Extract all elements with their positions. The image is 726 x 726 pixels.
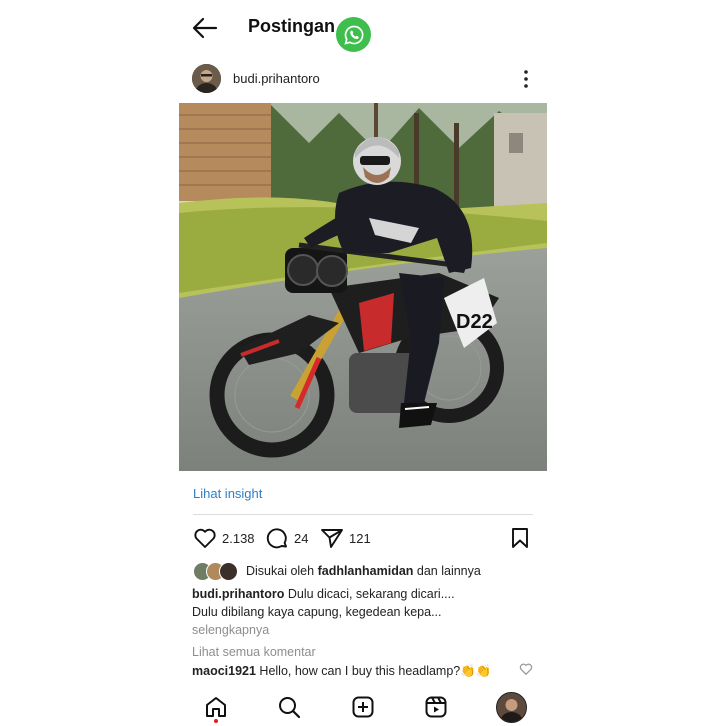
comment-button[interactable]: 24 bbox=[266, 526, 308, 550]
liker-avatars[interactable] bbox=[193, 562, 241, 581]
home-icon bbox=[206, 697, 226, 717]
back-button[interactable] bbox=[190, 14, 220, 42]
liked-by-text[interactable]: Disukai oleh fadhlanhamidan dan lainnya bbox=[246, 564, 481, 578]
reels-icon bbox=[425, 696, 447, 718]
plate-number: D22 bbox=[456, 311, 493, 333]
comment-item: maoci1921 Hello, how can I buy this head… bbox=[192, 664, 491, 679]
likes-count: 2.138 bbox=[222, 530, 255, 546]
more-options-button[interactable] bbox=[516, 68, 536, 90]
comment-username[interactable]: maoci1921 bbox=[192, 664, 256, 678]
nav-profile-avatar[interactable] bbox=[496, 692, 527, 723]
nav-reels-button[interactable] bbox=[422, 693, 450, 721]
heart-icon bbox=[519, 663, 533, 675]
avatar-image bbox=[192, 64, 221, 93]
shares-count: 121 bbox=[349, 530, 371, 546]
profile-avatar-image bbox=[497, 693, 526, 722]
avatar[interactable] bbox=[192, 64, 221, 93]
post-username[interactable]: budi.prihantoro bbox=[233, 71, 320, 86]
post-image: D22 bbox=[179, 103, 547, 471]
nav-home-button[interactable] bbox=[202, 693, 230, 721]
arrow-left-icon bbox=[192, 17, 218, 39]
comment-icon bbox=[266, 527, 287, 548]
caption-line: budi.prihantoro Dulu dicaci, sekarang di… bbox=[192, 587, 455, 601]
search-icon bbox=[279, 697, 301, 719]
nav-search-button[interactable] bbox=[275, 693, 303, 721]
comment-text: Hello, how can I buy this headlamp?👏👏 bbox=[259, 664, 492, 678]
comments-count: 24 bbox=[294, 530, 309, 546]
caption-text: Dulu dicaci, sekarang dicari.... bbox=[287, 587, 455, 601]
liked-by-prefix: Disukai oleh bbox=[246, 564, 318, 578]
nav-create-button[interactable] bbox=[349, 693, 377, 721]
caption-username[interactable]: budi.prihantoro bbox=[192, 587, 284, 601]
more-vertical-icon bbox=[524, 70, 528, 88]
share-button[interactable]: 121 bbox=[320, 526, 371, 550]
show-more-link[interactable]: selengkapnya bbox=[192, 623, 269, 637]
liked-by-suffix: dan lainnya bbox=[413, 564, 481, 578]
page-title: Postingan bbox=[248, 16, 336, 36]
comment-like-button[interactable] bbox=[519, 662, 533, 676]
view-all-comments-link[interactable]: Lihat semua komentar bbox=[192, 645, 316, 659]
bookmark-button[interactable] bbox=[509, 526, 531, 550]
whatsapp-share-button[interactable] bbox=[336, 17, 371, 52]
send-icon bbox=[321, 529, 343, 548]
post-photo[interactable]: D22 bbox=[179, 103, 547, 471]
divider bbox=[193, 514, 533, 515]
caption-line-2: Dulu dibilang kaya capung, kegedean kepa… bbox=[192, 605, 442, 619]
liker-avatar bbox=[219, 562, 238, 581]
like-button[interactable]: 2.138 bbox=[193, 526, 255, 550]
add-post-icon bbox=[352, 696, 374, 718]
bookmark-icon bbox=[512, 528, 528, 548]
notification-dot bbox=[214, 719, 218, 723]
liked-by-user[interactable]: fadhlanhamidan bbox=[318, 564, 414, 578]
heart-icon bbox=[194, 528, 216, 548]
view-insight-link[interactable]: Lihat insight bbox=[193, 486, 262, 501]
whatsapp-icon bbox=[343, 25, 363, 45]
